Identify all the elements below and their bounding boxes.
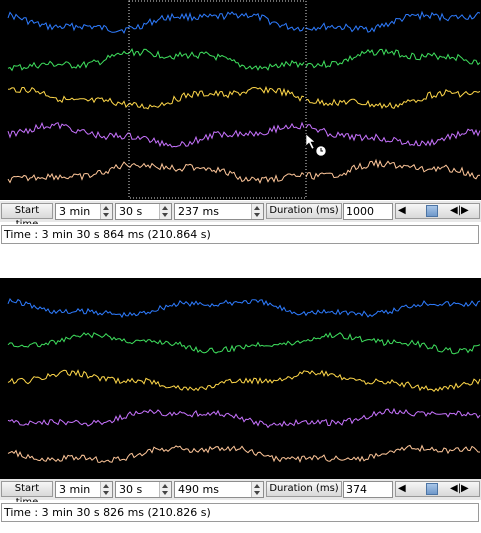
spinner-up-icon[interactable] — [103, 206, 109, 210]
milliseconds-value: 237 ms — [178, 205, 219, 218]
channel-trace — [7, 331, 481, 355]
scroll-left-icon[interactable]: ◀ — [398, 204, 406, 218]
eeg-traces-bottom[interactable] — [0, 278, 481, 479]
spinner-down-icon[interactable] — [162, 491, 168, 495]
start-time-button[interactable]: Start time — [1, 203, 53, 230]
step-buttons-icon[interactable]: ◀|▶ — [450, 204, 469, 218]
spinner-down-icon[interactable] — [162, 213, 168, 217]
spinner-up-icon[interactable] — [162, 484, 168, 488]
channel-trace — [7, 298, 481, 319]
scroll-thumb[interactable] — [426, 205, 438, 217]
spinner-down-icon[interactable] — [254, 213, 260, 217]
seconds-spinner[interactable]: 30 s — [115, 203, 172, 220]
minutes-spinner-arrows[interactable] — [100, 204, 112, 219]
milliseconds-spinner-arrows[interactable] — [251, 204, 263, 219]
channel-trace — [7, 158, 481, 184]
signal-plot-top[interactable] — [0, 0, 481, 200]
milliseconds-spinner[interactable]: 237 ms — [174, 203, 264, 220]
spinner-down-icon[interactable] — [254, 491, 260, 495]
spinner-up-icon[interactable] — [254, 484, 260, 488]
duration-field[interactable]: 374 — [343, 481, 393, 498]
minutes-value: 3 min — [59, 483, 91, 496]
channel-trace — [7, 10, 481, 35]
spinner-up-icon[interactable] — [103, 484, 109, 488]
time-scrollbar[interactable]: ◀ ◀|▶ — [395, 481, 480, 497]
seconds-spinner-arrows[interactable] — [159, 204, 171, 219]
minutes-spinner[interactable]: 3 min — [55, 203, 113, 220]
signal-plot-bottom[interactable] — [0, 278, 481, 479]
duration-button[interactable]: Duration (ms) — [266, 481, 342, 497]
channel-trace — [7, 407, 481, 429]
status-bar-bottom: Time : 3 min 30 s 826 ms (210.826 s) — [0, 502, 481, 524]
time-controls-bottom: Start time 3 min 30 s 490 ms Duration (m… — [0, 479, 481, 508]
scroll-left-icon[interactable]: ◀ — [398, 482, 406, 496]
status-bar-top: Time : 3 min 30 s 864 ms (210.864 s) — [0, 224, 481, 246]
minutes-spinner[interactable]: 3 min — [55, 481, 113, 498]
status-text-bottom: Time : 3 min 30 s 826 ms (210.826 s) — [1, 503, 479, 522]
scroll-thumb[interactable] — [426, 483, 438, 495]
cursor-icon — [305, 133, 327, 157]
time-scrollbar[interactable]: ◀ ◀|▶ — [395, 203, 480, 219]
start-time-button[interactable]: Start time — [1, 481, 53, 508]
spinner-down-icon[interactable] — [103, 491, 109, 495]
spinner-down-icon[interactable] — [103, 213, 109, 217]
eeg-traces-top[interactable] — [0, 0, 481, 200]
spinner-up-icon[interactable] — [162, 206, 168, 210]
duration-field[interactable]: 1000 — [343, 203, 393, 220]
minutes-spinner-arrows[interactable] — [100, 482, 112, 497]
channel-trace — [7, 48, 481, 72]
time-controls-top: Start time 3 min 30 s 237 ms Duration (m… — [0, 201, 481, 230]
channel-trace — [7, 444, 481, 464]
minutes-value: 3 min — [59, 205, 91, 218]
milliseconds-spinner-arrows[interactable] — [251, 482, 263, 497]
spinner-up-icon[interactable] — [254, 206, 260, 210]
status-text-top: Time : 3 min 30 s 864 ms (210.864 s) — [1, 225, 479, 244]
channel-trace — [7, 85, 481, 110]
seconds-value: 30 s — [119, 483, 143, 496]
step-buttons-icon[interactable]: ◀|▶ — [450, 482, 469, 496]
duration-button[interactable]: Duration (ms) — [266, 203, 342, 219]
seconds-value: 30 s — [119, 205, 143, 218]
channel-trace — [7, 369, 481, 393]
milliseconds-value: 490 ms — [178, 483, 219, 496]
seconds-spinner-arrows[interactable] — [159, 482, 171, 497]
milliseconds-spinner[interactable]: 490 ms — [174, 481, 264, 498]
channel-trace — [7, 121, 481, 148]
seconds-spinner[interactable]: 30 s — [115, 481, 172, 498]
